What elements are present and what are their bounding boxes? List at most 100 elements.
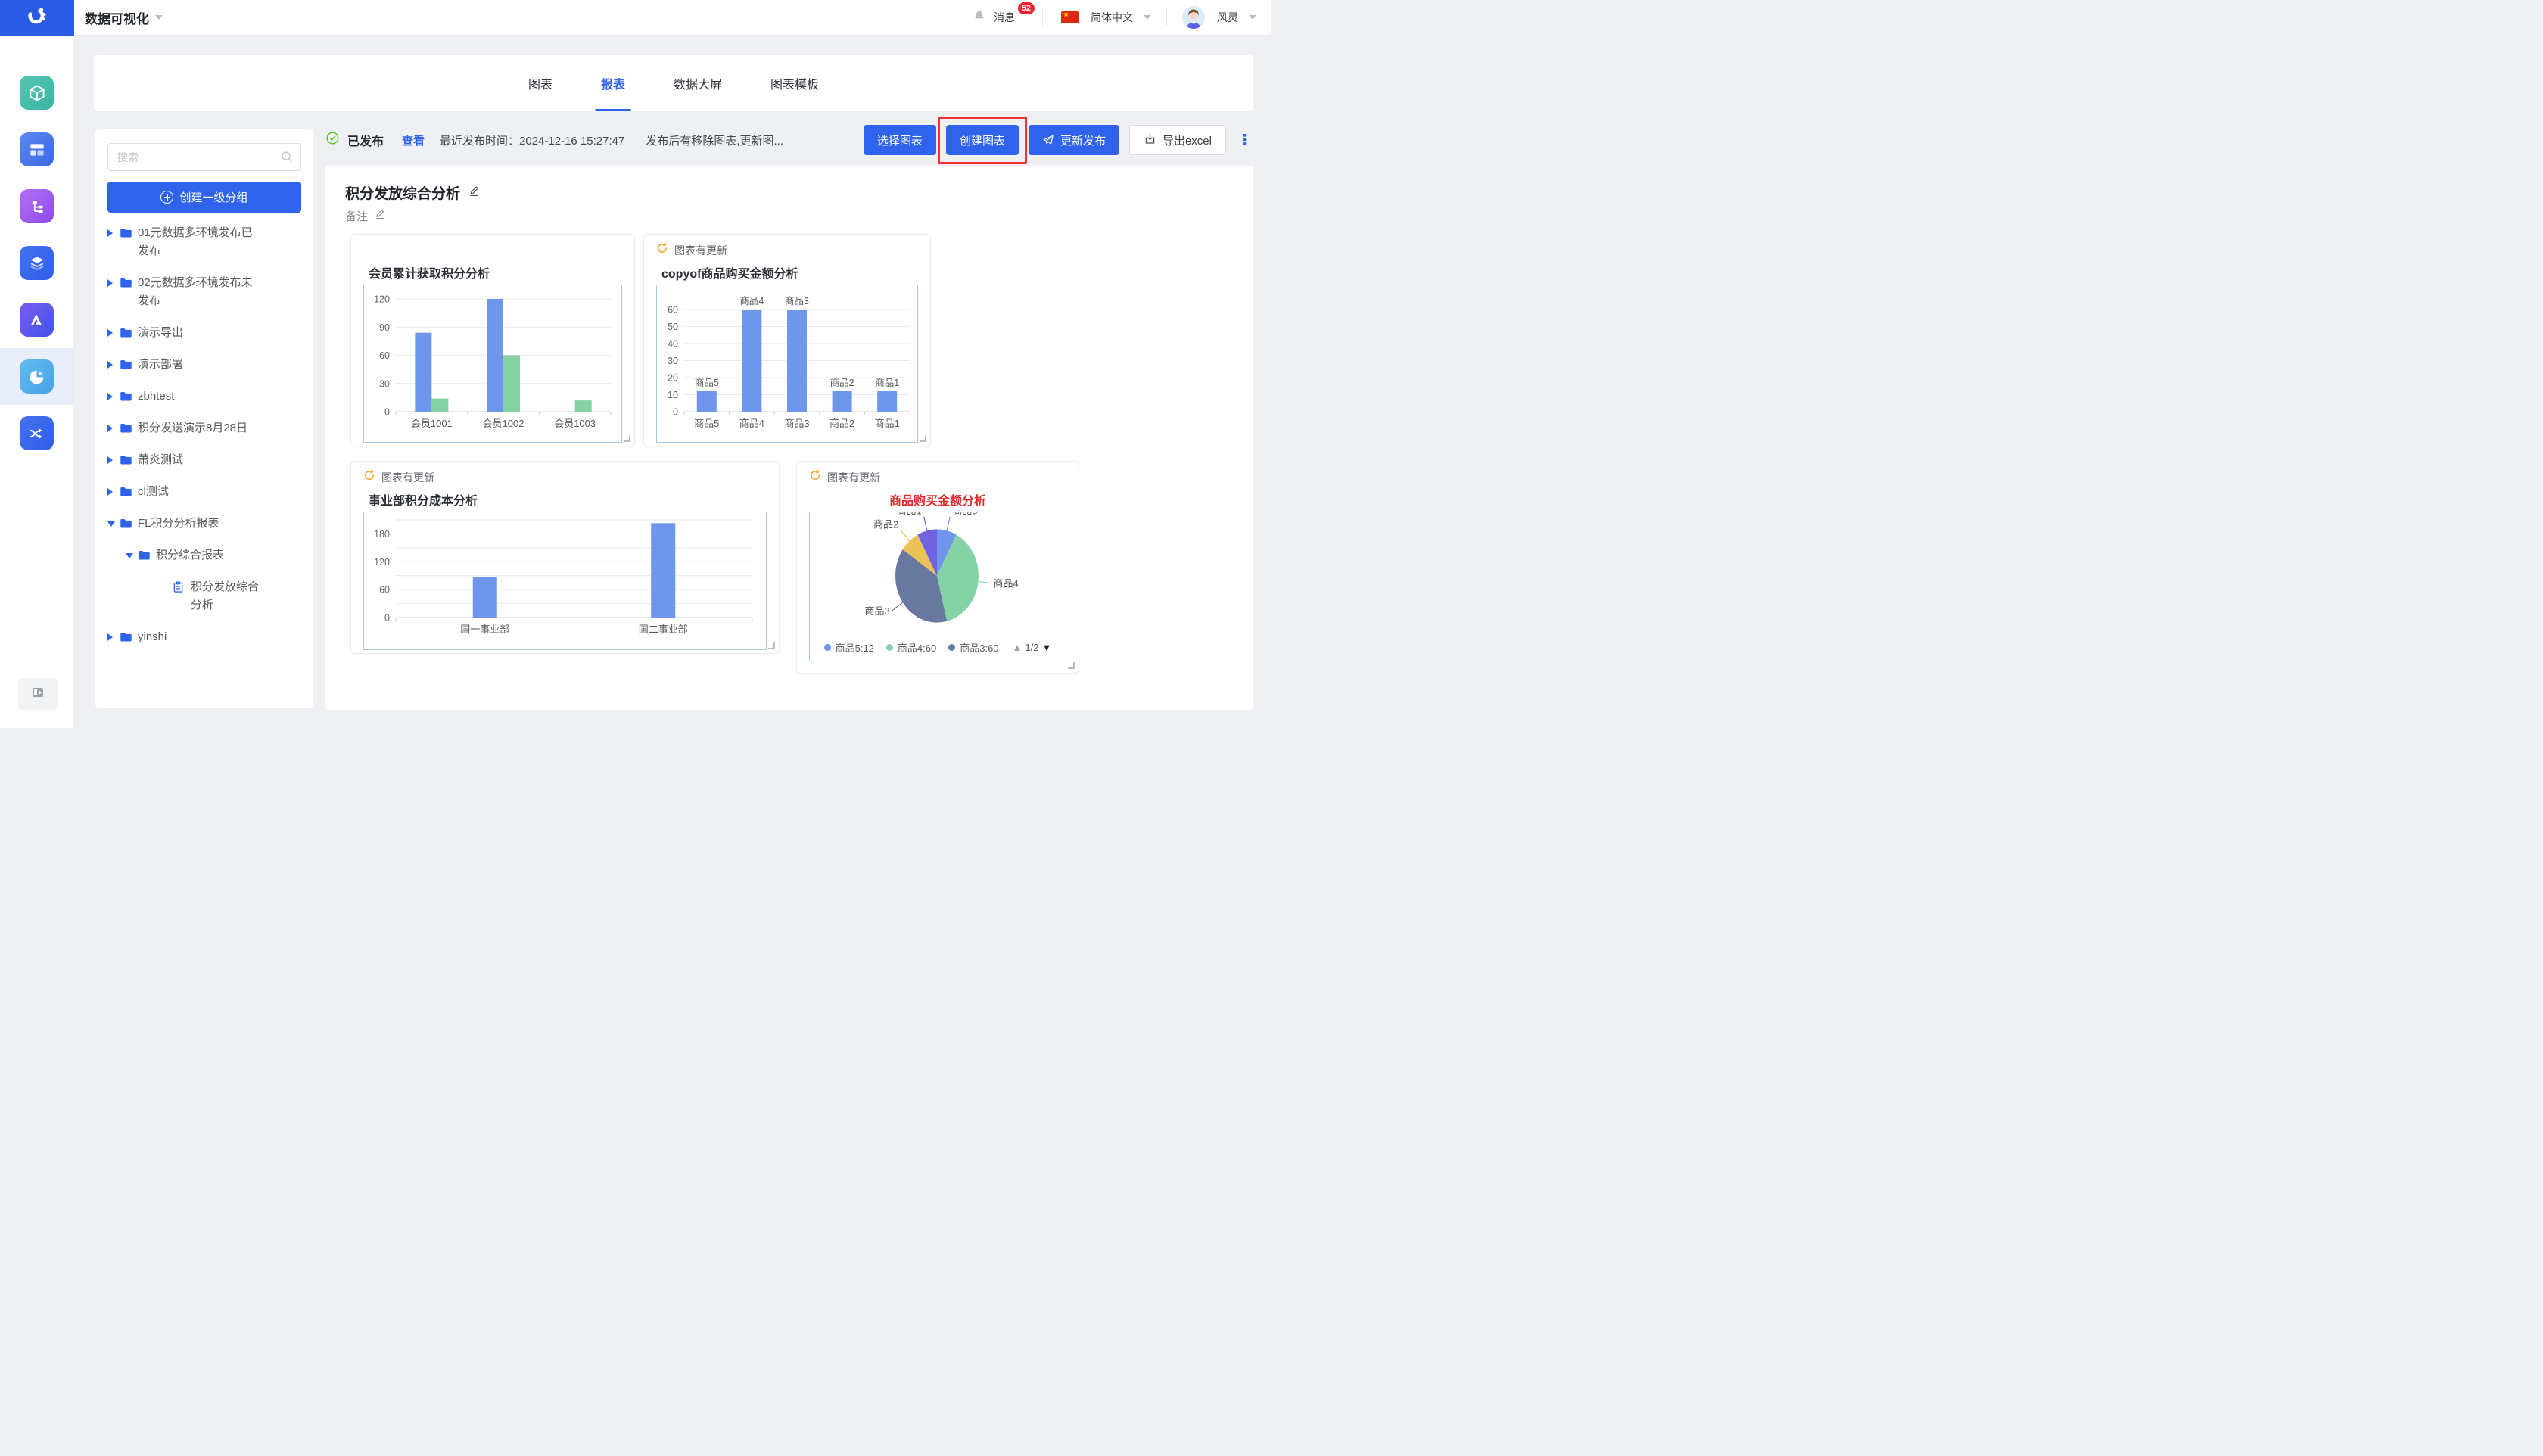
export-excel-label: 导出excel — [1163, 132, 1212, 148]
folder-icon — [120, 419, 138, 437]
update-publish-button[interactable]: 更新发布 — [1029, 125, 1119, 155]
view-link[interactable]: 查看 — [402, 132, 425, 148]
resize-handle[interactable] — [1068, 662, 1075, 669]
export-excel-button[interactable]: 导出excel — [1129, 125, 1226, 155]
notification-bell-icon[interactable] — [973, 9, 986, 26]
app-rail-item-cube-app-icon[interactable] — [0, 64, 73, 121]
tree-item-演示部署[interactable]: 演示部署 — [107, 349, 301, 381]
caret-down-icon[interactable] — [126, 546, 138, 558]
tab-数据大屏[interactable]: 数据大屏 — [674, 55, 722, 111]
tree-item-01元数据多环境发布已发布[interactable]: 01元数据多环境发布已发布 — [107, 217, 301, 267]
svg-text:会员1003: 会员1003 — [554, 418, 596, 429]
svg-text:90: 90 — [379, 322, 390, 333]
username[interactable]: 风灵 — [1217, 10, 1238, 25]
caret-right-icon[interactable] — [107, 483, 120, 496]
caret-right-icon[interactable] — [107, 451, 120, 464]
tree-item-zbhtest[interactable]: zbhtest — [107, 381, 301, 412]
svg-text:商品1: 商品1 — [875, 418, 900, 429]
legend-item[interactable]: 商品4:60 — [886, 640, 936, 655]
tree-item-label: 萧炎测试 — [138, 451, 183, 469]
tree-item-yinshi[interactable]: yinshi — [107, 621, 301, 653]
legend-page-down-icon[interactable]: ▼ — [1042, 642, 1052, 653]
app-rail-item-pie-app-icon[interactable] — [0, 348, 73, 405]
svg-text:10: 10 — [668, 390, 678, 400]
caret-down-icon[interactable] — [107, 515, 120, 527]
svg-text:20: 20 — [668, 373, 678, 384]
collapse-sidebar-button[interactable] — [18, 678, 58, 710]
svg-text:商品5: 商品5 — [694, 418, 719, 429]
select-chart-button[interactable]: 选择图表 — [864, 125, 936, 155]
svg-text:0: 0 — [384, 407, 390, 418]
chart-card-copyof-purchase[interactable]: 图表有更新 copyof商品购买金额分析 0102030405060商品5商品4… — [643, 234, 931, 446]
svg-text:商品2: 商品2 — [830, 418, 854, 429]
legend-item[interactable]: 商品3:60 — [948, 640, 998, 655]
avatar[interactable] — [1182, 6, 1205, 29]
tree-item-积分发放综合分析[interactable]: 积分发放综合分析 — [107, 571, 301, 621]
bar-chart-copyof-purchase[interactable]: 0102030405060商品5商品4商品3商品2商品1商品5商品4商品3商品2… — [656, 285, 918, 443]
caret-right-icon[interactable] — [107, 387, 120, 400]
chart-updated-badge: 图表有更新 — [381, 470, 434, 485]
pie-chart-purchase[interactable]: 商品5:12 商品4:60 商品3:60 ▲ 1/2 ▼ 商品5商品4商品3商品… — [809, 512, 1066, 661]
svg-text:30: 30 — [379, 378, 390, 389]
edit-note-pencil-icon[interactable] — [374, 208, 386, 224]
create-group-button[interactable]: 创建一级分组 — [107, 182, 301, 213]
shuffle-app-icon — [20, 416, 54, 450]
bar-chart-division-cost[interactable]: 060120180国一事业部国二事业部 — [363, 512, 767, 650]
tree-item-萧炎测试[interactable]: 萧炎测试 — [107, 444, 301, 476]
app-logo[interactable] — [0, 0, 74, 36]
flow-app-icon — [20, 189, 54, 223]
app-rail-item-ai-app-icon[interactable] — [0, 291, 73, 348]
tree-item-02元数据多环境发布未发布[interactable]: 02元数据多环境发布未发布 — [107, 267, 301, 317]
tree-item-label: 02元数据多环境发布未发布 — [138, 274, 253, 310]
caret-right-icon[interactable] — [107, 224, 120, 237]
chevron-down-icon[interactable] — [1249, 15, 1256, 20]
chart-title: copyof商品购买金额分析 — [661, 263, 798, 282]
svg-text:商品2: 商品2 — [830, 377, 854, 388]
tab-报表[interactable]: 报表 — [601, 55, 625, 111]
pie-chart-svg: 商品5商品4商品3商品2商品1 — [810, 512, 1066, 633]
tree-item-演示导出[interactable]: 演示导出 — [107, 317, 301, 349]
tree-item-label: FL积分分析报表 — [138, 515, 219, 533]
resize-handle[interactable] — [768, 642, 775, 649]
app-rail-item-shuffle-app-icon[interactable] — [0, 405, 73, 462]
published-status: 已发布 — [347, 131, 384, 149]
topbar: 数据可视化 消息 52 ★ 简体中文 — [0, 0, 1272, 36]
caret-right-icon[interactable] — [107, 356, 120, 369]
tree-item-cl测试[interactable]: cl测试 — [107, 476, 301, 508]
language-selector[interactable]: 简体中文 — [1091, 10, 1133, 25]
tab-图表模板[interactable]: 图表模板 — [770, 55, 819, 111]
chart-card-member-points[interactable]: 会员累计获取积分分析 0306090120会员1001会员1002会员1003 — [350, 234, 635, 446]
bar-chart-member-points[interactable]: 0306090120会员1001会员1002会员1003 — [363, 285, 622, 443]
chart-title: 商品购买金额分析 — [797, 490, 1079, 509]
caret-right-icon[interactable] — [107, 628, 120, 641]
svg-text:60: 60 — [379, 350, 390, 361]
app-rail-item-layers-app-icon[interactable] — [0, 235, 73, 291]
caret-right-icon[interactable] — [107, 274, 120, 287]
chevron-down-icon[interactable] — [1144, 15, 1151, 20]
search-input[interactable] — [107, 143, 301, 171]
messages-link[interactable]: 消息 — [994, 10, 1015, 25]
tree-item-积分发送演示8月28日[interactable]: 积分发送演示8月28日 — [107, 412, 301, 444]
resize-handle[interactable] — [920, 435, 926, 442]
publish-note: 发布后有移除图表,更新图... — [646, 132, 783, 148]
china-flag-icon: ★ — [1061, 11, 1079, 23]
legend-item[interactable]: 商品5:12 — [824, 640, 874, 655]
layers-app-icon — [20, 246, 54, 280]
legend-page-up-icon[interactable]: ▲ — [1013, 642, 1022, 653]
app-rail-item-dashboard-app-icon[interactable] — [0, 121, 73, 178]
app-rail-item-flow-app-icon[interactable] — [0, 178, 73, 235]
caret-right-icon[interactable] — [107, 324, 120, 337]
chart-card-division-cost[interactable]: 图表有更新 事业部积分成本分析 060120180国一事业部国二事业部 — [350, 461, 780, 654]
chart-card-purchase-pie[interactable]: 图表有更新 商品购买金额分析 商品5:12 商品4:60 商品3:60 ▲ 1/… — [796, 461, 1079, 674]
tree-item-积分综合报表[interactable]: 积分综合报表 — [107, 540, 301, 571]
tree-item-FL积分分析报表[interactable]: FL积分分析报表 — [107, 508, 301, 540]
more-actions-button[interactable]: ⋮ — [1236, 133, 1253, 148]
tree-item-label: 积分综合报表 — [156, 546, 224, 565]
svg-text:0: 0 — [673, 407, 678, 418]
chevron-down-icon[interactable] — [155, 15, 163, 20]
tab-图表[interactable]: 图表 — [528, 55, 552, 111]
caret-right-icon[interactable] — [107, 419, 120, 432]
edit-title-pencil-icon[interactable] — [468, 185, 481, 201]
resize-handle[interactable] — [624, 435, 630, 442]
create-chart-button[interactable]: 创建图表 — [946, 125, 1019, 155]
